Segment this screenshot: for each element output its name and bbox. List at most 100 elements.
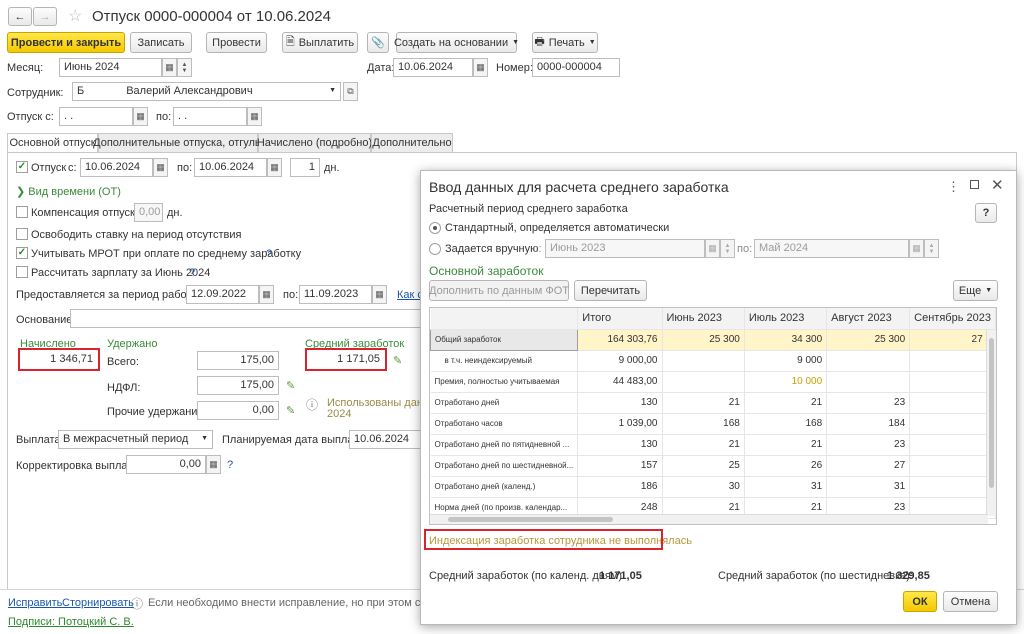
radio-standard-period[interactable] <box>429 222 441 234</box>
calculator-icon[interactable]: ▦ <box>206 455 221 474</box>
table-cell[interactable] <box>909 371 996 393</box>
more-button[interactable]: Еще ▼ <box>953 280 998 301</box>
month-stepper[interactable]: ▲ ▼ <box>924 239 939 258</box>
table-cell[interactable]: 2 <box>909 392 996 414</box>
table-cell[interactable]: 186 <box>577 476 663 498</box>
table-cell[interactable]: 1 039,00 <box>577 413 663 435</box>
table-row[interactable]: Отработано часов1 039,001681681841 <box>430 413 996 435</box>
column-header[interactable]: Сентябрь 2023 <box>909 308 996 330</box>
table-cell[interactable]: 2 <box>909 434 996 456</box>
calc-salary-checkbox[interactable] <box>16 266 28 278</box>
radio-manual-period[interactable] <box>429 243 441 255</box>
pencil-icon[interactable]: ✎ <box>393 354 402 367</box>
calendar-icon[interactable]: ▦ <box>153 158 168 177</box>
create-based-button[interactable]: Создать на основании ▼ <box>394 32 519 53</box>
forward-button[interactable]: → <box>33 7 57 26</box>
manual-to-field[interactable]: Май 2024 <box>754 239 909 258</box>
scrollbar-thumb[interactable] <box>448 517 613 522</box>
table-cell[interactable]: 23 <box>826 434 911 456</box>
table-cell[interactable] <box>826 350 911 372</box>
cancel-button[interactable]: Отмена <box>943 591 998 612</box>
work-period-from-field[interactable]: 12.09.2022 <box>186 285 259 304</box>
calendar-icon[interactable]: ▦ <box>162 58 177 77</box>
total-field[interactable]: 175,00 <box>197 351 279 370</box>
work-period-to-field[interactable]: 11.09.2023 <box>299 285 372 304</box>
post-button[interactable]: Провести <box>206 32 267 53</box>
close-icon[interactable]: ✕ <box>991 176 1004 194</box>
date-field[interactable]: 10.06.2024 <box>393 58 473 77</box>
table-cell[interactable]: 23 <box>826 392 911 414</box>
table-cell[interactable]: 27 <box>826 455 911 477</box>
table-cell[interactable] <box>662 371 745 393</box>
tab-additional[interactable]: Дополнительно <box>371 133 453 153</box>
table-row[interactable]: Отработано дней по пятидневной ... 130 21 2… <box>430 434 996 456</box>
column-header[interactable]: Итого <box>577 308 663 330</box>
fill-by-fot-button[interactable]: Дополнить по данным ФОТ <box>429 280 569 301</box>
scrollbar-thumb[interactable] <box>989 338 994 488</box>
table-cell[interactable]: 44 483,00 <box>577 371 663 393</box>
table-cell[interactable] <box>826 371 911 393</box>
column-header[interactable]: Август 2023 <box>826 308 911 330</box>
table-cell[interactable]: 10 000 <box>744 371 828 393</box>
table-row[interactable]: Отработано дней (календ.)1863031313 <box>430 476 996 498</box>
table-row[interactable]: Общий заработок 164 303,76 25 300 34 300 25 … <box>430 328 996 351</box>
calendar-icon[interactable]: ▦ <box>259 285 274 304</box>
table-cell[interactable]: 168 <box>744 413 828 435</box>
table-cell[interactable]: 26 <box>744 455 828 477</box>
table-cell[interactable]: 21 <box>662 392 745 414</box>
vertical-scrollbar[interactable] <box>986 330 996 516</box>
print-button[interactable]: 🖶 Печать ▼ <box>532 32 598 53</box>
table-row[interactable]: Отработано дней по шестидневной... 157 25 2… <box>430 455 996 477</box>
compensation-checkbox[interactable] <box>16 206 28 218</box>
calendar-icon[interactable]: ▦ <box>133 107 148 126</box>
help-button[interactable]: ? <box>975 203 997 223</box>
row-name-cell[interactable]: Отработано дней по пятидневной ... <box>430 434 579 456</box>
table-cell[interactable]: 21 <box>662 434 745 456</box>
ok-button[interactable]: ОК <box>903 591 937 612</box>
table-cell[interactable] <box>909 350 996 372</box>
month-stepper[interactable]: ▲ ▼ <box>720 239 735 258</box>
month-stepper[interactable]: ▲ ▼ <box>177 58 192 77</box>
table-cell[interactable]: 1 <box>909 413 996 435</box>
row-name-cell[interactable]: Премия, полностью учитываемая <box>430 371 579 393</box>
table-cell[interactable]: 27 5 <box>909 329 996 351</box>
table-cell[interactable]: 25 300 <box>826 329 911 351</box>
table-cell[interactable]: 2 <box>909 455 996 477</box>
calendar-icon[interactable]: ▦ <box>705 239 720 258</box>
release-rate-checkbox[interactable] <box>16 228 28 240</box>
calendar-icon[interactable]: ▦ <box>909 239 924 258</box>
table-cell[interactable]: 9 000,00 <box>577 350 663 372</box>
row-name-cell[interactable]: Отработано часов <box>430 413 579 435</box>
post-and-close-button[interactable]: Провести и закрыть <box>7 32 125 53</box>
table-cell[interactable]: 31 <box>744 476 828 498</box>
compensation-days-field[interactable]: 0,00 <box>134 203 163 222</box>
fix-link[interactable]: Исправить <box>8 597 62 609</box>
pay-button[interactable]: 🗎 Выплатить <box>282 32 358 53</box>
table-cell[interactable]: 21 <box>744 434 828 456</box>
calendar-icon[interactable]: ▦ <box>473 58 488 77</box>
planned-date-field[interactable]: 10.06.2024 <box>349 430 429 449</box>
calendar-icon[interactable]: ▦ <box>372 285 387 304</box>
help-icon[interactable]: ? <box>227 459 233 471</box>
pencil-icon[interactable]: ✎ <box>286 404 295 417</box>
table-cell[interactable]: 164 303,76 <box>577 329 663 351</box>
vacation-checkbox[interactable]: ✓ <box>16 161 28 173</box>
tab-additional-vacations[interactable]: Дополнительные отпуска, отгулы <box>93 133 263 153</box>
favorite-star-icon[interactable]: ☆ <box>68 6 82 26</box>
employee-field[interactable]: Б Валерий Александрович ▼ <box>72 82 341 101</box>
table-cell[interactable]: 30 <box>662 476 745 498</box>
manual-from-field[interactable]: Июнь 2023 <box>545 239 705 258</box>
payout-select[interactable]: В межрасчетный период ▼ <box>58 430 213 449</box>
adjust-payout-field[interactable]: 0,00 <box>126 455 206 474</box>
row-name-cell[interactable]: Общий заработок <box>430 328 579 351</box>
table-cell[interactable]: 21 <box>744 392 828 414</box>
column-header[interactable]: Июнь 2023 <box>662 308 745 330</box>
save-button[interactable]: Записать <box>130 32 192 53</box>
table-cell[interactable]: 130 <box>577 434 663 456</box>
number-field[interactable]: 0000-000004 <box>532 58 620 77</box>
table-row[interactable]: в т.ч. неиндексируемый 9 000,00 9 000 <box>430 350 996 372</box>
vacation-end-field[interactable]: 10.06.2024 <box>194 158 267 177</box>
help-icon[interactable]: ? <box>189 267 195 279</box>
pencil-icon[interactable]: ✎ <box>286 379 295 392</box>
row-name-cell[interactable]: в т.ч. неиндексируемый <box>430 350 579 372</box>
